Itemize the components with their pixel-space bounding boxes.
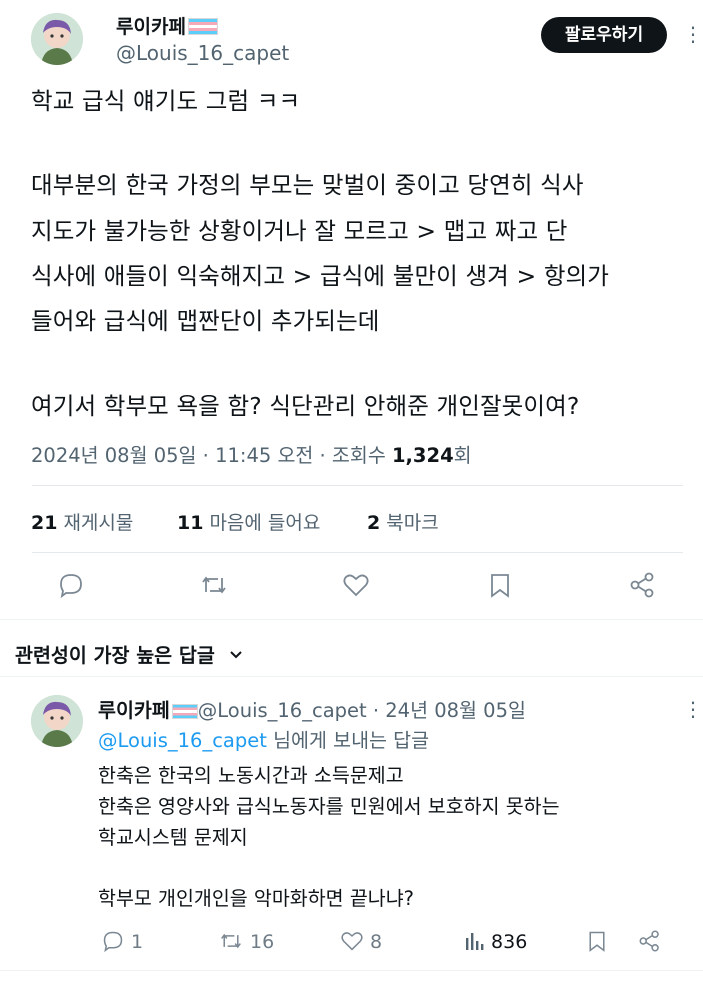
reply-handle-date[interactable]: @Louis_16_capet · 24년 08월 05일 [198,699,526,722]
reply-reply-button[interactable]: 1 [101,930,143,953]
tweet-text-line: 들어와 급식에 맵짠단이 추가되는데 [31,307,380,335]
replies-sort-label: 관련성이 가장 높은 답글 [15,644,215,667]
retweets-label: 재게시물 [63,512,134,534]
author-handle[interactable]: @Louis_16_capet [116,41,289,65]
replying-mention-link[interactable]: @Louis_16_capet [98,729,267,752]
replying-to: @Louis_16_capet 님에게 보내는 답글 [98,724,429,753]
trans-flag-icon [171,704,198,719]
tweet-text-line: 식사에 애들이 익숙해지고 > 급식에 불만이 생겨 > 항의가 [31,262,609,290]
tweet-text-line: 여기서 학부모 욕을 함? 식단관리 안해준 개인잘못이여? [31,392,580,420]
retweet-button[interactable] [199,572,229,602]
reply-author-avatar[interactable] [31,695,83,747]
reply-text-line: 한축은 영양사와 급식노동자를 민원에서 보호하지 못하는 [98,795,560,818]
replying-suffix: 님에게 보내는 답글 [266,729,430,752]
heart-icon [343,574,369,597]
reply-bookmark-button[interactable] [586,930,608,953]
bookmark-icon [491,574,509,598]
reply-like-button[interactable]: 8 [340,930,382,953]
retweets-stat[interactable]: 21 재게시물 [31,508,133,535]
view-suffix: 회 [453,444,472,467]
likes-count: 11 [177,512,204,534]
chevron-down-icon [229,651,242,659]
bookmark-button[interactable] [487,572,513,602]
share-button[interactable] [629,572,657,602]
divider [0,676,703,677]
reply-text-line: 학교시스템 문제지 [98,826,248,849]
reply-button[interactable] [57,572,85,602]
likes-label: 마음에 들어요 [209,512,321,534]
reply-views-count: 836 [491,931,528,953]
reply-like-count: 8 [370,931,383,953]
speech-bubble-icon [60,574,82,599]
retweet-arrows-icon [221,933,241,949]
bookmarks-stat[interactable]: 2 북마크 [367,508,439,535]
tweet-text-line: 지도가 불가능한 상황이거나 잘 모르고 > 맵고 짜고 단 [31,217,568,245]
author-avatar[interactable] [31,13,83,65]
author-name[interactable]: 루이카페 [116,16,186,38]
like-button[interactable] [342,572,370,602]
reply-header[interactable]: 루이카페 @Louis_16_capet · 24년 08월 05일 [98,694,526,723]
reply-text-line: 학부모 개인개인을 악마화하면 끝나냐? [98,887,414,910]
reply-reply-count: 1 [131,931,144,953]
bookmark-icon [589,931,605,952]
retweets-count: 21 [31,512,58,534]
author-name-row[interactable]: 루이카페 [116,12,218,39]
retweet-arrows-icon [202,576,226,594]
trans-flag-icon [187,18,218,35]
heart-icon [341,932,363,951]
bookmarks-label: 북마크 [386,512,439,534]
share-icon [630,572,654,598]
reply-retweet-button[interactable]: 16 [218,930,274,953]
tweet-text-line: 학교 급식 얘기도 그럼 ㅋㅋ [31,87,301,115]
tweet-text-line: 대부분의 한국 가정의 부모는 맞벌이 중이고 당연히 식사 [31,171,584,199]
reply-retweet-count: 16 [250,931,275,953]
tweet-timestamp[interactable]: 2024년 08월 05일 · 11:45 오전 · 조회수 [31,444,392,467]
divider [0,619,703,620]
divider [32,552,683,553]
divider [0,970,703,971]
reply-views-button[interactable]: 836 [463,930,527,953]
reply-author-name[interactable]: 루이카페 [98,699,170,722]
reply-more-options-icon[interactable]: ⋮ [683,699,703,719]
speech-bubble-icon [103,931,123,953]
likes-stat[interactable]: 11 마음에 들어요 [177,508,320,535]
replies-sort-dropdown[interactable]: 관련성이 가장 높은 답글 [15,639,244,668]
follow-button[interactable]: 팔로우하기 [541,17,667,53]
tweet-timestamp-views[interactable]: 2024년 08월 05일 · 11:45 오전 · 조회수 1,324회 [31,439,472,468]
bar-chart-icon [466,933,484,950]
reply-text-line: 한축은 한국의 노동시간과 소득문제고 [98,764,404,787]
reply-share-button[interactable] [638,930,662,953]
view-count: 1,324 [391,444,454,467]
bookmarks-count: 2 [367,512,381,534]
more-options-icon[interactable]: ⋮ [683,24,703,44]
divider [32,485,683,486]
share-icon [639,930,659,952]
